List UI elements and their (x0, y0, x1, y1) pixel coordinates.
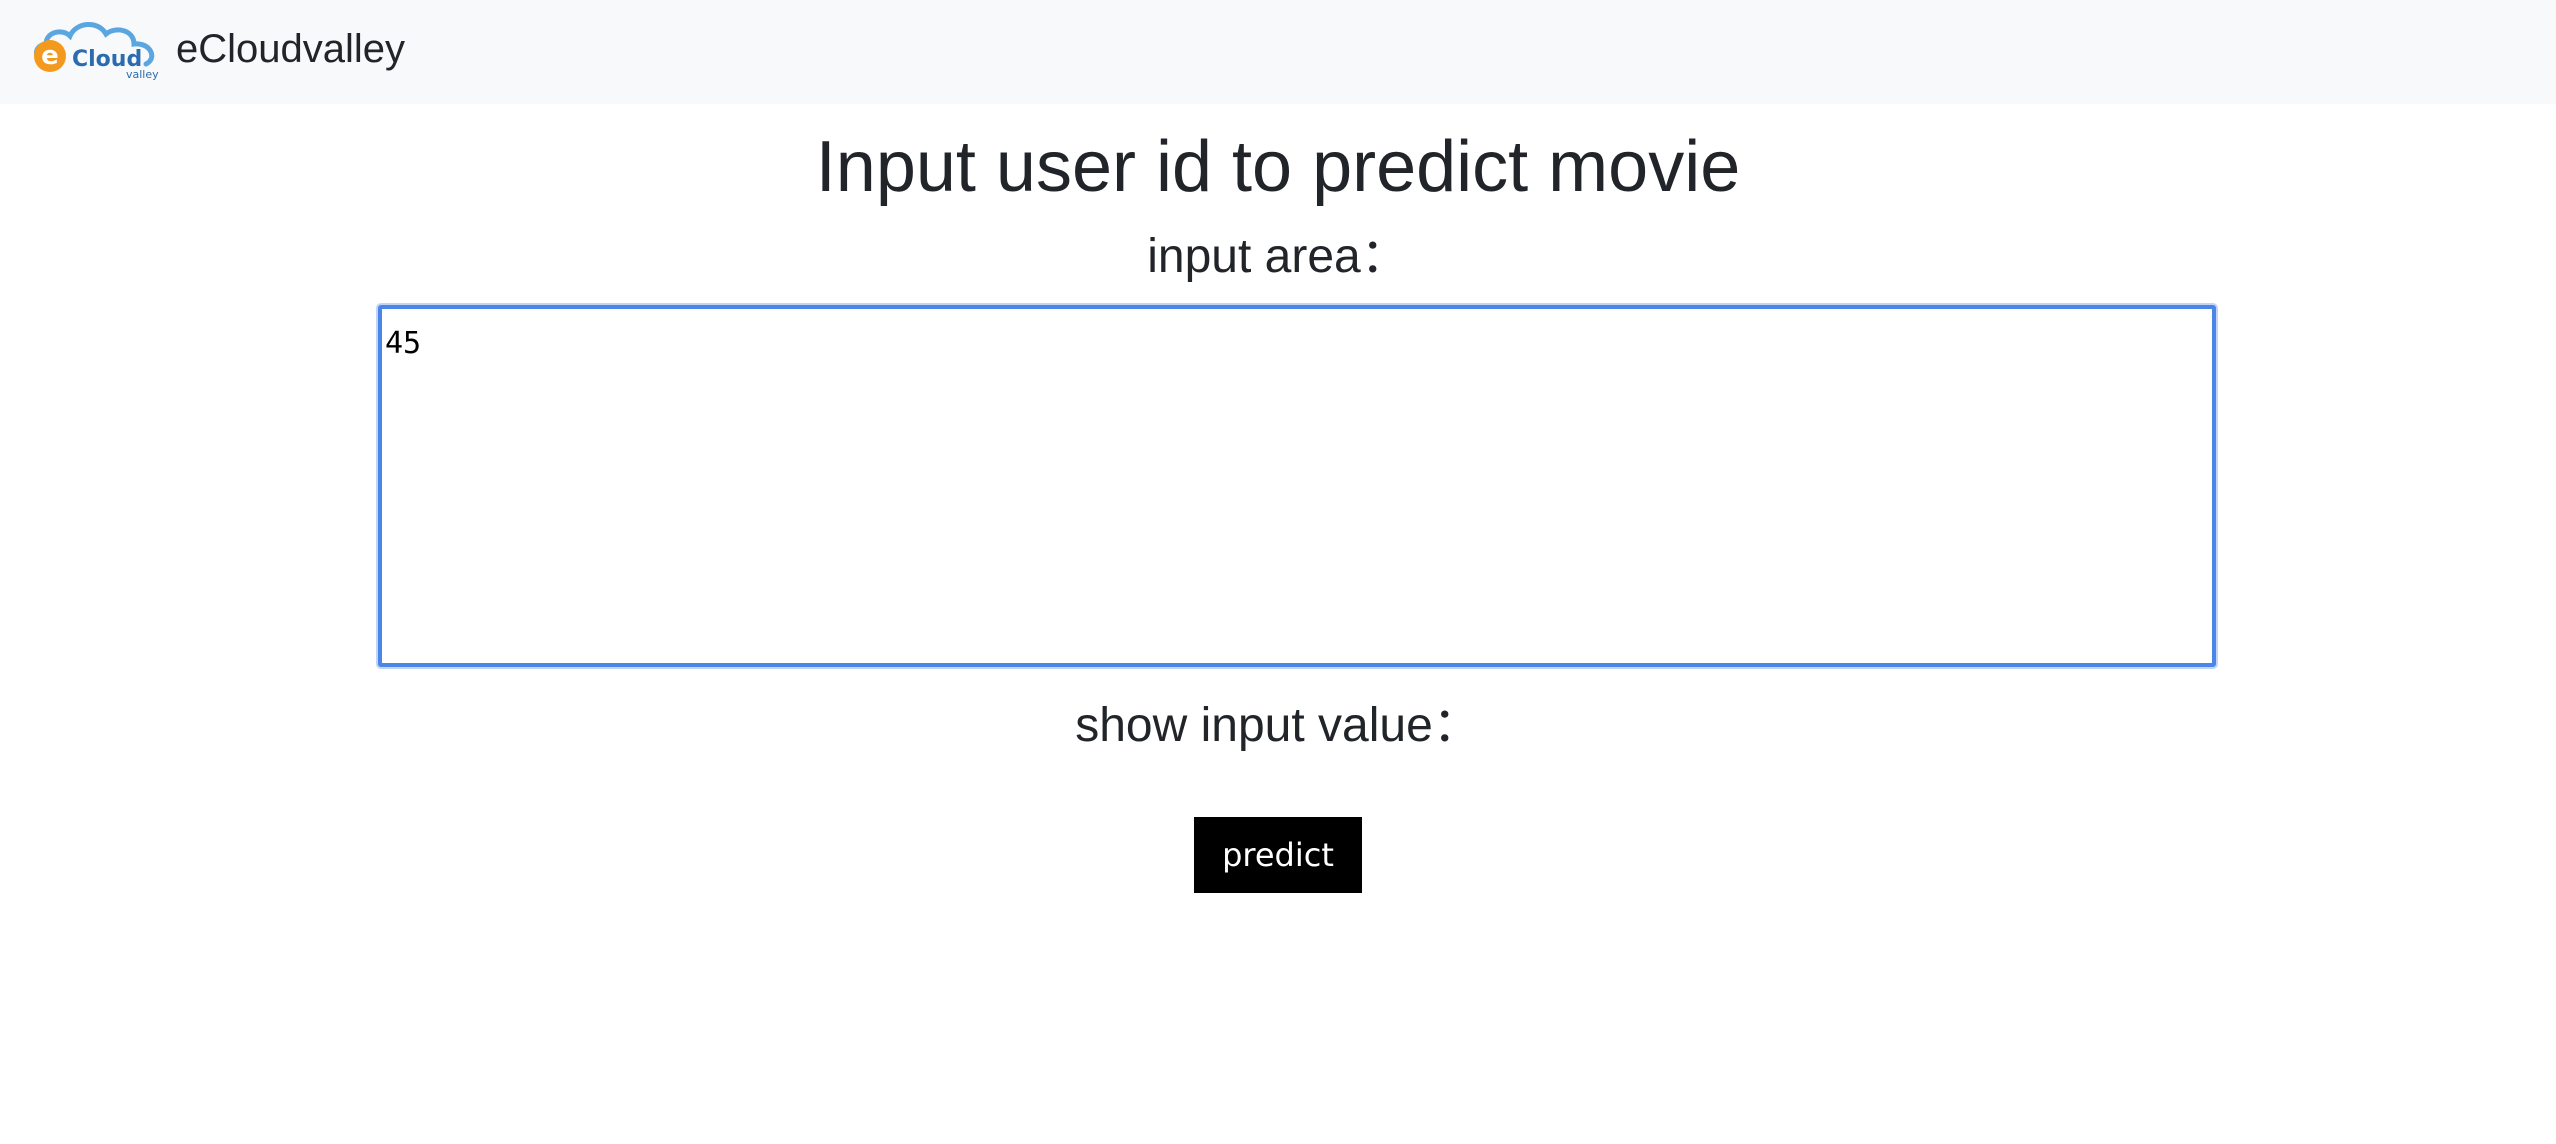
brand-link[interactable]: eCloud e Cloud valley eCloudvalley (26, 18, 405, 80)
navbar: eCloud e Cloud valley eCloudvalley (0, 0, 2556, 104)
show-input-value-label: show input value： (1075, 699, 1481, 752)
svg-text:e: e (41, 41, 59, 71)
brand-name: eCloudvalley (176, 27, 406, 71)
ecloudvalley-logo-icon: eCloud e Cloud valley (34, 22, 159, 80)
input-area-label: input area： (1147, 230, 1409, 283)
page-title: Input user id to predict movie (815, 127, 1741, 207)
logo-subtext: valley (126, 68, 159, 80)
predict-button[interactable]: predict (1194, 817, 1362, 893)
user-id-input[interactable] (378, 305, 2216, 667)
